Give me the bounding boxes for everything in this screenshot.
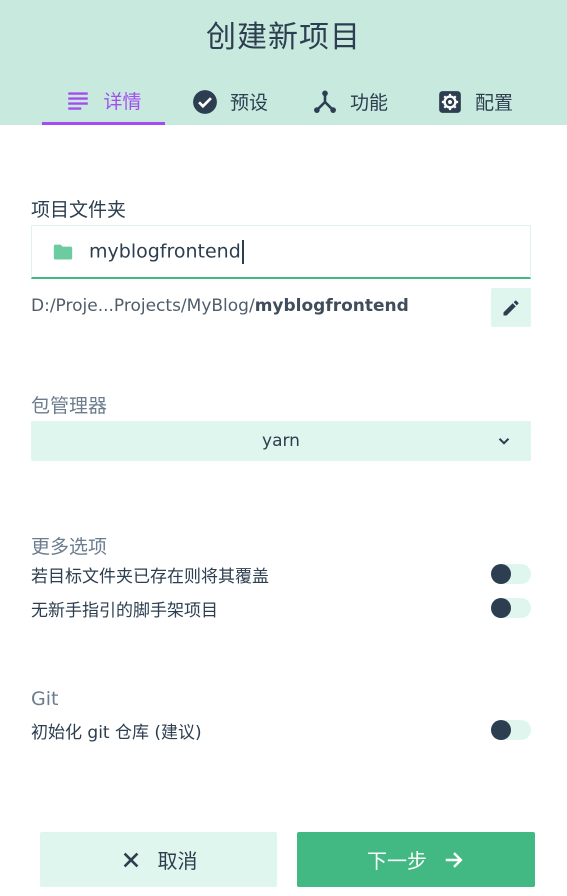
edit-path-button[interactable]	[491, 288, 531, 327]
pencil-icon	[503, 300, 519, 315]
folder-section-label: 项目文件夹	[31, 199, 127, 221]
toggle-no-guide[interactable]	[491, 598, 531, 618]
toggle-git-init[interactable]	[491, 720, 531, 740]
gear-icon	[439, 90, 461, 113]
folder-name-value: myblogfrontend	[89, 240, 241, 262]
cancel-button-label: 取消	[157, 849, 198, 873]
cancel-button[interactable]: 取消	[40, 832, 277, 887]
folder-path-name: myblogfrontend	[254, 296, 409, 316]
package-manager-value: yarn	[262, 431, 300, 451]
check-circle-icon	[193, 89, 217, 114]
tab-config[interactable]: 配置	[425, 78, 525, 125]
tab-details[interactable]: 详情	[42, 78, 165, 125]
text-cursor	[241, 239, 244, 264]
folder-path-prefix: D:/Proje...Projects/MyBlog/	[31, 296, 255, 316]
option-row-overwrite: 若目标文件夹已存在则将其覆盖	[31, 561, 531, 587]
next-button[interactable]: 下一步	[297, 832, 535, 887]
folder-path: D:/Proje...Projects/MyBlog/myblogfronten…	[31, 296, 409, 316]
toggle-knob	[491, 720, 511, 740]
call-split-icon	[314, 90, 336, 113]
tab-config-label: 配置	[474, 92, 513, 114]
tab-details-label: 详情	[103, 90, 142, 113]
option-row-no-guide: 无新手指引的脚手架项目	[31, 595, 531, 621]
chevron-down-icon	[498, 438, 510, 445]
more-options-label: 更多选项	[31, 536, 108, 558]
toggle-knob	[491, 564, 511, 584]
tab-presets[interactable]: 预设	[180, 78, 280, 125]
page-title: 创建新项目	[206, 20, 361, 55]
tab-bar: 详情 预设 功能 配置	[0, 78, 567, 125]
header: 创建新项目 详情 预设 功能 配置	[0, 0, 567, 125]
close-icon	[123, 852, 138, 867]
next-button-label: 下一步	[367, 849, 427, 873]
option-label-no-guide: 无新手指引的脚手架项目	[31, 600, 218, 621]
arrow-right-icon	[445, 851, 463, 868]
git-section-label: Git	[31, 688, 59, 710]
option-label-overwrite: 若目标文件夹已存在则将其覆盖	[31, 566, 269, 587]
package-manager-label: 包管理器	[31, 395, 108, 417]
option-row-git-init: 初始化 git 仓库 (建议)	[31, 717, 531, 743]
folder-icon	[53, 244, 73, 260]
option-label-git-init: 初始化 git 仓库 (建议)	[31, 722, 202, 743]
tab-features[interactable]: 功能	[300, 78, 400, 125]
toggle-knob	[491, 598, 511, 618]
package-manager-select[interactable]: yarn	[31, 421, 531, 461]
tab-features-label: 功能	[349, 92, 388, 114]
tab-presets-label: 预设	[229, 92, 268, 114]
toggle-overwrite[interactable]	[491, 564, 531, 584]
list-icon	[68, 92, 89, 110]
folder-name-input[interactable]: myblogfrontend	[31, 225, 531, 279]
